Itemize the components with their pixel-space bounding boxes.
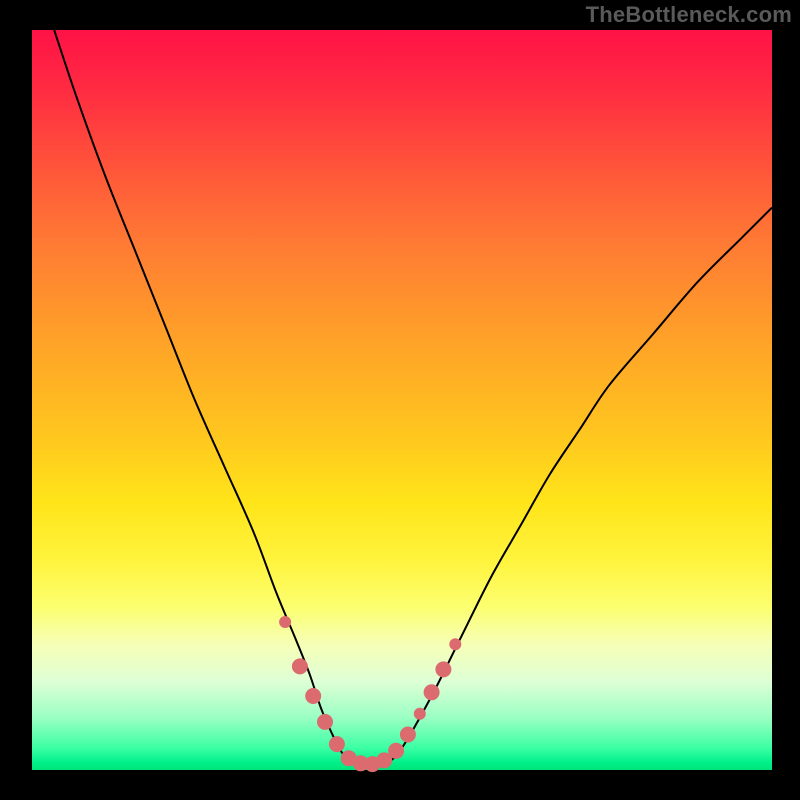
bottleneck-curve bbox=[54, 30, 772, 766]
curve-marker bbox=[388, 743, 404, 759]
curve-marker bbox=[449, 638, 461, 650]
curve-markers bbox=[279, 616, 461, 772]
curve-marker bbox=[435, 661, 451, 677]
curve-marker bbox=[400, 727, 416, 743]
curve-marker bbox=[305, 688, 321, 704]
plot-area bbox=[32, 30, 772, 770]
chart-svg bbox=[32, 30, 772, 770]
curve-marker bbox=[414, 708, 426, 720]
chart-frame: TheBottleneck.com bbox=[0, 0, 800, 800]
curve-marker bbox=[279, 616, 291, 628]
attribution-label: TheBottleneck.com bbox=[586, 2, 792, 28]
curve-marker bbox=[424, 684, 440, 700]
curve-marker bbox=[329, 736, 345, 752]
curve-marker bbox=[317, 714, 333, 730]
curve-marker bbox=[292, 658, 308, 674]
